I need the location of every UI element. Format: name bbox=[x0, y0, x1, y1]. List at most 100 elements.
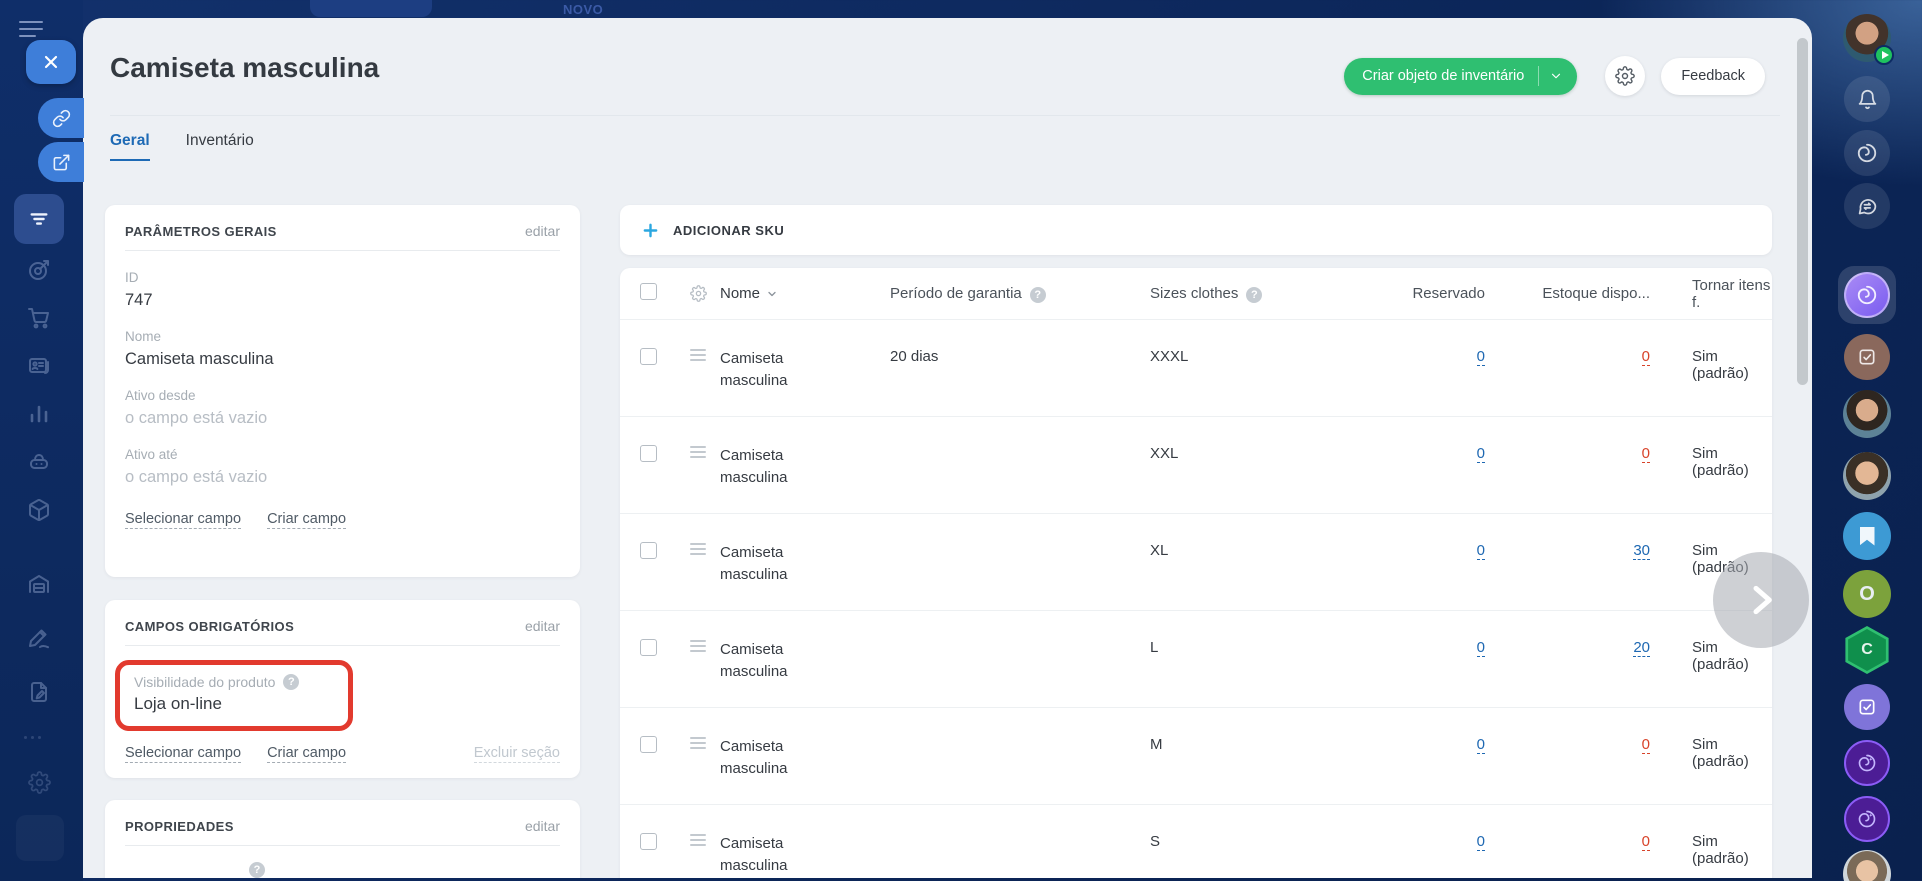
sku-name[interactable]: Camiseta masculina bbox=[720, 542, 820, 586]
next-page-button[interactable] bbox=[1713, 552, 1809, 648]
close-button[interactable] bbox=[26, 40, 76, 84]
sku-reserved-link[interactable]: 0 bbox=[1476, 542, 1485, 561]
sku-stock-link[interactable]: 0 bbox=[1641, 833, 1650, 852]
settings-icon[interactable] bbox=[14, 758, 64, 806]
sku-stock-link[interactable]: 20 bbox=[1633, 639, 1650, 658]
user-avatar[interactable] bbox=[1843, 850, 1891, 881]
column-header-garantia[interactable]: Período de garantia? bbox=[890, 285, 1150, 303]
feedback-button[interactable]: Feedback bbox=[1661, 57, 1765, 95]
column-header-nome[interactable]: Nome bbox=[720, 285, 890, 302]
add-sku-button[interactable]: ADICIONAR SKU bbox=[620, 205, 1772, 255]
create-field-link[interactable]: Criar campo bbox=[267, 745, 347, 763]
tab-inventario[interactable]: Inventário bbox=[186, 132, 254, 161]
sku-stock-link[interactable]: 0 bbox=[1641, 348, 1650, 367]
edit-link[interactable]: editar bbox=[525, 618, 560, 634]
filter-icon[interactable] bbox=[14, 194, 64, 244]
sku-featured: Sim (padrão) bbox=[1692, 348, 1749, 382]
notifications-bell-icon[interactable] bbox=[1844, 76, 1890, 122]
user-avatar[interactable] bbox=[1843, 452, 1891, 500]
drag-handle-icon[interactable] bbox=[690, 514, 706, 610]
help-icon[interactable]: ? bbox=[283, 674, 300, 690]
sku-table: Nome Período de garantia? Sizes clothes?… bbox=[620, 268, 1772, 878]
bookmark-icon[interactable] bbox=[1843, 512, 1891, 560]
sku-stock-link[interactable]: 30 bbox=[1633, 542, 1650, 561]
sku-stock-link[interactable]: 0 bbox=[1641, 445, 1650, 464]
copy-link-button[interactable] bbox=[38, 98, 84, 138]
drag-handle-icon[interactable] bbox=[690, 805, 706, 878]
sku-reserved-link[interactable]: 0 bbox=[1476, 445, 1485, 464]
row-checkbox[interactable] bbox=[640, 445, 657, 462]
product-slider-panel: Camiseta masculina Criar objeto de inven… bbox=[83, 18, 1812, 878]
sku-reserved-link[interactable]: 0 bbox=[1476, 833, 1485, 852]
tab-bar: Geral Inventário bbox=[110, 132, 254, 161]
pen-icon[interactable] bbox=[14, 614, 64, 662]
sku-row: Camiseta masculina 20 dias XXXL 0 0 Sim … bbox=[620, 320, 1772, 417]
messenger-sync-icon[interactable] bbox=[1844, 183, 1890, 229]
sku-row: Camiseta masculina S 0 0 Sim (padrão) bbox=[620, 805, 1772, 878]
sku-reserved-link[interactable]: 0 bbox=[1476, 736, 1485, 755]
document-edit-icon[interactable] bbox=[14, 668, 64, 716]
chevron-right-icon bbox=[1753, 585, 1772, 615]
edit-link[interactable]: editar bbox=[525, 223, 560, 239]
copilot-app-icon-active[interactable] bbox=[1838, 266, 1896, 324]
tasks-app-icon[interactable] bbox=[1844, 334, 1890, 380]
drag-handle-icon[interactable] bbox=[690, 320, 706, 416]
row-checkbox[interactable] bbox=[640, 639, 657, 656]
row-checkbox[interactable] bbox=[640, 833, 657, 850]
select-all-checkbox[interactable] bbox=[640, 283, 657, 300]
copilot-spark-icon[interactable] bbox=[1844, 740, 1890, 786]
warehouse-icon[interactable] bbox=[14, 560, 64, 608]
row-checkbox[interactable] bbox=[640, 542, 657, 559]
target-icon[interactable] bbox=[14, 246, 64, 294]
create-field-link[interactable]: Criar campo bbox=[267, 511, 347, 529]
robot-icon[interactable] bbox=[14, 438, 64, 486]
menu-icon[interactable] bbox=[18, 20, 44, 38]
help-icon[interactable]: ? bbox=[1246, 286, 1263, 303]
open-in-new-button[interactable] bbox=[38, 142, 84, 182]
contacts-card-icon[interactable] bbox=[14, 342, 64, 390]
create-inventory-button[interactable]: Criar objeto de inventário bbox=[1344, 57, 1578, 95]
user-avatar[interactable] bbox=[1843, 390, 1891, 438]
field-nome: Nome Camiseta masculina bbox=[125, 329, 560, 369]
sku-reserved-link[interactable]: 0 bbox=[1476, 348, 1485, 367]
drag-handle-icon[interactable] bbox=[690, 611, 706, 707]
select-field-link[interactable]: Selecionar campo bbox=[125, 511, 242, 529]
check-app-icon[interactable] bbox=[1844, 684, 1890, 730]
sku-stock-link[interactable]: 0 bbox=[1641, 736, 1650, 755]
column-header-tornar[interactable]: Tornar itens f. bbox=[1650, 277, 1772, 311]
column-header-estoque[interactable]: Estoque dispo... bbox=[1485, 285, 1650, 302]
row-checkbox[interactable] bbox=[640, 348, 657, 365]
vertical-scrollbar[interactable] bbox=[1797, 38, 1808, 385]
sku-name[interactable]: Camiseta masculina bbox=[720, 348, 820, 392]
column-header-reservado[interactable]: Reservado bbox=[1330, 285, 1485, 302]
sku-featured: Sim (padrão) bbox=[1692, 736, 1749, 770]
drag-handle-icon[interactable] bbox=[690, 708, 706, 804]
cart-icon[interactable] bbox=[14, 294, 64, 342]
app-badge-o[interactable]: O bbox=[1843, 570, 1891, 618]
delete-section-link[interactable]: Excluir seção bbox=[473, 745, 560, 763]
page-title: Camiseta masculina bbox=[110, 52, 380, 83]
app-badge-c[interactable]: C bbox=[1843, 626, 1891, 674]
sku-name[interactable]: Camiseta masculina bbox=[720, 833, 820, 877]
tab-geral[interactable]: Geral bbox=[110, 132, 150, 161]
sku-name[interactable]: Camiseta masculina bbox=[720, 736, 820, 780]
chevron-down-icon[interactable] bbox=[1549, 69, 1563, 83]
bar-chart-icon[interactable] bbox=[14, 390, 64, 438]
copilot-spark-icon[interactable] bbox=[1844, 796, 1890, 842]
drag-handle-icon[interactable] bbox=[690, 417, 706, 513]
edit-link[interactable]: editar bbox=[525, 818, 560, 834]
package-icon[interactable] bbox=[14, 486, 64, 534]
sku-reserved-link[interactable]: 0 bbox=[1476, 639, 1485, 658]
sku-warranty bbox=[890, 514, 1150, 610]
sku-name[interactable]: Camiseta masculina bbox=[720, 639, 820, 683]
column-settings-icon[interactable] bbox=[690, 285, 720, 302]
row-checkbox[interactable] bbox=[640, 736, 657, 753]
settings-button[interactable] bbox=[1605, 56, 1646, 96]
sidebar-ghost-tile bbox=[16, 815, 64, 861]
column-header-sizes[interactable]: Sizes clothes? bbox=[1150, 285, 1330, 303]
copilot-icon[interactable] bbox=[1844, 130, 1890, 176]
sku-name[interactable]: Camiseta masculina bbox=[720, 445, 820, 489]
user-avatar[interactable] bbox=[1843, 14, 1894, 65]
select-field-link[interactable]: Selecionar campo bbox=[125, 745, 242, 763]
help-icon[interactable]: ? bbox=[1029, 286, 1046, 303]
